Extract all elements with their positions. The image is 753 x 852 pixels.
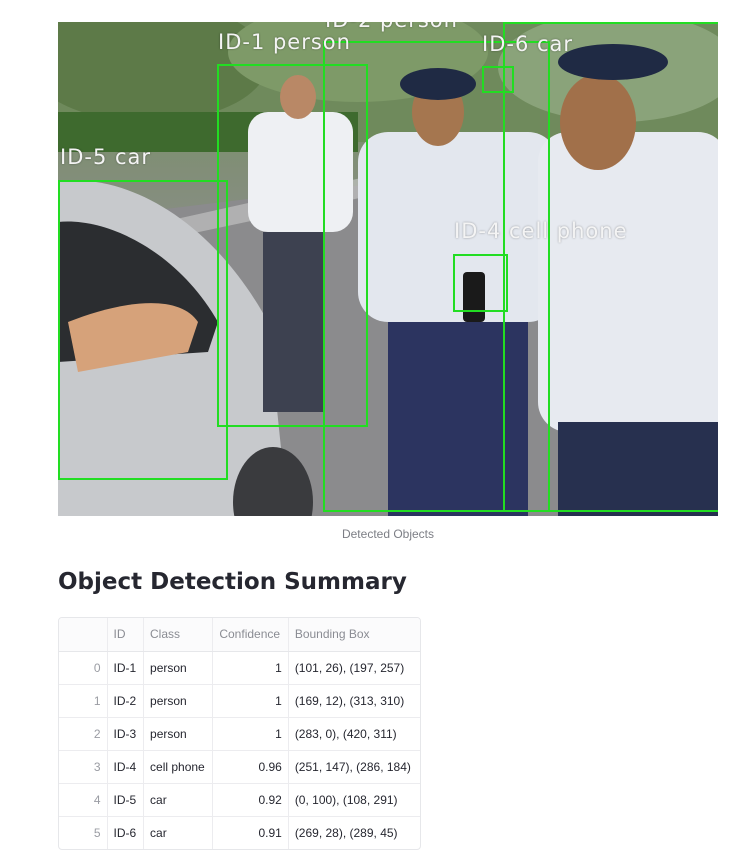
cell-class[interactable]: car — [143, 816, 213, 849]
cell-id[interactable]: ID-1 — [106, 651, 144, 685]
column-header-index[interactable] — [59, 618, 107, 652]
cell-bounding-box[interactable]: (251, 147), (286, 184) — [287, 750, 420, 784]
cell-confidence[interactable]: 0.91 — [212, 816, 289, 849]
cell-bounding-box[interactable]: (169, 12), (313, 310) — [287, 684, 420, 718]
cell-id[interactable]: ID-5 — [106, 783, 144, 817]
column-header-class[interactable]: Class — [143, 618, 213, 652]
cell-confidence[interactable]: 0.92 — [212, 783, 289, 817]
cell-bounding-box[interactable]: (0, 100), (108, 291) — [287, 783, 420, 817]
row-index: 3 — [59, 750, 107, 784]
bbox-car-5 — [58, 180, 228, 480]
cell-bounding-box[interactable]: (101, 26), (197, 257) — [287, 651, 420, 685]
detection-table[interactable]: ID Class Confidence Bounding Box 0 ID-1 … — [58, 617, 421, 850]
column-header-bounding-box[interactable]: Bounding Box — [287, 618, 420, 652]
bbox-label-person-1: ID-1 person — [218, 30, 351, 54]
cell-bounding-box[interactable]: (269, 28), (289, 45) — [287, 816, 420, 849]
bbox-car-6 — [482, 66, 514, 93]
cell-id[interactable]: ID-6 — [106, 816, 144, 849]
bbox-label-cell-phone: ID-4 cell phone — [454, 219, 628, 243]
table-row[interactable]: 3 ID-4 cell phone 0.96 (251, 147), (286,… — [59, 750, 420, 784]
bbox-person-3 — [503, 22, 718, 512]
table-row[interactable]: 4 ID-5 car 0.92 (0, 100), (108, 291) — [59, 783, 420, 817]
detection-image: ID-1 person ID-2 person ID-4 cell phone … — [58, 22, 718, 516]
column-header-confidence[interactable]: Confidence — [212, 618, 289, 652]
row-index: 2 — [59, 717, 107, 751]
cell-class[interactable]: car — [143, 783, 213, 817]
cell-confidence[interactable]: 1 — [212, 684, 289, 718]
cell-id[interactable]: ID-4 — [106, 750, 144, 784]
cell-bounding-box[interactable]: (283, 0), (420, 311) — [287, 717, 420, 751]
cell-id[interactable]: ID-2 — [106, 684, 144, 718]
cell-confidence[interactable]: 0.96 — [212, 750, 289, 784]
page-title: Object Detection Summary — [58, 569, 407, 595]
table-row[interactable]: 1 ID-2 person 1 (169, 12), (313, 310) — [59, 684, 420, 718]
bbox-cell-phone — [453, 254, 508, 312]
table-row[interactable]: 0 ID-1 person 1 (101, 26), (197, 257) — [59, 651, 420, 685]
table-row[interactable]: 5 ID-6 car 0.91 (269, 28), (289, 45) — [59, 816, 420, 849]
row-index: 0 — [59, 651, 107, 685]
cell-class[interactable]: person — [143, 717, 213, 751]
table-header-row: ID Class Confidence Bounding Box — [59, 618, 420, 652]
cell-class[interactable]: person — [143, 651, 213, 685]
cell-confidence[interactable]: 1 — [212, 717, 289, 751]
row-index: 4 — [59, 783, 107, 817]
cell-class[interactable]: person — [143, 684, 213, 718]
image-caption: Detected Objects — [341, 527, 435, 541]
cell-confidence[interactable]: 1 — [212, 651, 289, 685]
cell-id[interactable]: ID-3 — [106, 717, 144, 751]
bbox-label-car-6: ID-6 car — [482, 32, 574, 56]
row-index: 1 — [59, 684, 107, 718]
bbox-label-person-2: ID-2 person — [325, 22, 458, 32]
cell-class[interactable]: cell phone — [143, 750, 213, 784]
table-row[interactable]: 2 ID-3 person 1 (283, 0), (420, 311) — [59, 717, 420, 751]
row-index: 5 — [93, 825, 101, 840]
bbox-label-car-5: ID-5 car — [60, 145, 152, 169]
column-header-id[interactable]: ID — [106, 618, 144, 652]
